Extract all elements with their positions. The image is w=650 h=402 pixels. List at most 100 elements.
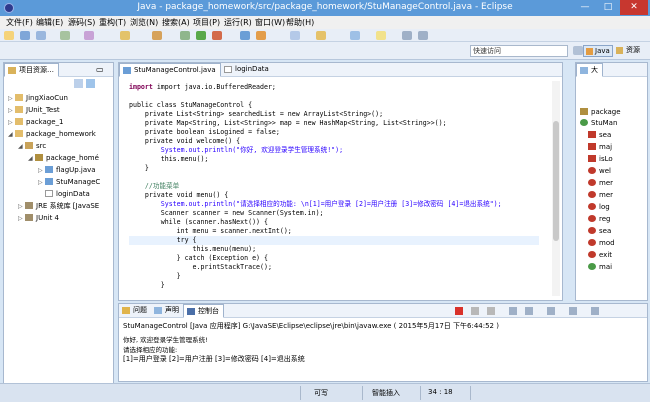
- new-class-icon[interactable]: [240, 31, 250, 40]
- package-icon[interactable]: [120, 31, 130, 40]
- field-icon: [588, 143, 596, 150]
- tree-item-jre-library[interactable]: ▷ JRE 系统库 [JavaSE: [18, 201, 113, 212]
- outline-item[interactable]: mer: [588, 190, 613, 201]
- open-type-icon[interactable]: [290, 31, 300, 40]
- tree-item-junit-test[interactable]: ▷ JUnit_Test: [8, 105, 60, 116]
- tree-item-junit4[interactable]: ▷ JUnit 4: [18, 213, 59, 224]
- perspective-resource-button[interactable]: 资源: [614, 45, 648, 57]
- code-line-3: public class StuManageControl {: [129, 101, 253, 109]
- external-tools-icon[interactable]: [212, 31, 222, 40]
- scroll-thumb[interactable]: [553, 121, 559, 241]
- tab-problems[interactable]: 问题: [119, 304, 151, 318]
- task-icon[interactable]: [152, 31, 162, 40]
- folder-icon: [8, 67, 16, 74]
- tab-outline[interactable]: 大: [576, 63, 603, 77]
- toggle-icon[interactable]: [84, 31, 94, 40]
- tree-item-stumanagecontrol[interactable]: ▷ StuManageC: [38, 177, 113, 188]
- code-line-8: System.out.println("你好, 欢迎登录学生管理系统!");: [129, 146, 344, 154]
- outline-item[interactable]: isLo: [588, 154, 613, 165]
- menu-edit[interactable]: 编辑(E): [36, 17, 63, 28]
- outline-item[interactable]: sea: [588, 226, 611, 237]
- menu-navigate[interactable]: 浏览(N): [130, 17, 158, 28]
- outline-item[interactable]: wel: [588, 166, 611, 177]
- outline-item[interactable]: sea: [588, 130, 611, 141]
- back-icon[interactable]: [402, 31, 412, 40]
- tree-item-package-homework-pkg[interactable]: ◢ package_homé: [28, 153, 113, 164]
- open-perspective-icon[interactable]: [573, 46, 583, 55]
- scroll-lock-icon[interactable]: [525, 307, 533, 315]
- terminate-icon[interactable]: [455, 307, 463, 315]
- collapse-all-icon[interactable]: [74, 79, 83, 88]
- outline-item[interactable]: reg: [588, 214, 610, 225]
- code-line-23: }: [129, 281, 165, 289]
- tree-item-logindata[interactable]: loginData: [38, 189, 90, 200]
- tree-item-package-homework[interactable]: ◢ package_homework: [8, 129, 96, 140]
- forward-icon[interactable]: [418, 31, 428, 40]
- tab-stumanagecontrol[interactable]: StuManageControl.java: [119, 63, 221, 77]
- pin-console-icon[interactable]: [547, 307, 555, 315]
- close-button[interactable]: ✕: [620, 0, 648, 15]
- mark-occurrences-icon[interactable]: [350, 31, 360, 40]
- new-package-icon[interactable]: [256, 31, 266, 40]
- menu-window[interactable]: 窗口(W): [255, 17, 285, 28]
- menu-help[interactable]: 帮助(H): [286, 17, 314, 28]
- menu-project[interactable]: 项目(P): [193, 17, 220, 28]
- outline-item[interactable]: mai: [588, 262, 612, 273]
- remove-launch-icon[interactable]: [471, 307, 479, 315]
- code-area[interactable]: import import java.io.BufferedReader; pu…: [129, 79, 552, 298]
- editor-scrollbar[interactable]: [552, 81, 560, 296]
- maximize-button[interactable]: □: [597, 0, 619, 15]
- open-console-icon[interactable]: [591, 307, 599, 315]
- quick-access-input[interactable]: 快速访问: [470, 45, 568, 57]
- method-icon: [588, 239, 596, 246]
- code-line-20: } catch (Exception e) {: [129, 254, 268, 262]
- menu-file[interactable]: 文件(F): [6, 17, 33, 28]
- highlight-icon[interactable]: [376, 31, 386, 40]
- java-file-icon: [45, 166, 53, 173]
- tab-project-explorer[interactable]: 项目资源…: [4, 63, 59, 77]
- debug-icon[interactable]: [180, 31, 190, 40]
- console-tabbar: 问题 声明 控制台: [119, 304, 647, 318]
- tree-item-flagup[interactable]: ▷ flagUp.java: [38, 165, 96, 176]
- save-icon[interactable]: [20, 31, 30, 40]
- run-icon[interactable]: [196, 31, 206, 40]
- status-bar: 可写 智能插入 34 : 18: [0, 383, 650, 402]
- tree-item-jingxiaocun[interactable]: ▷ JingXiaoCun: [8, 93, 68, 104]
- display-console-icon[interactable]: [569, 307, 577, 315]
- tree-item-src[interactable]: ◢ src: [18, 141, 46, 152]
- menu-search[interactable]: 搜索(A): [162, 17, 190, 28]
- minimize-button[interactable]: —: [574, 0, 596, 15]
- code-line-5: private Map<String, List<String>> map = …: [129, 119, 447, 127]
- tab-console[interactable]: 控制台: [183, 304, 224, 318]
- tab-logindata[interactable]: loginData: [221, 63, 273, 77]
- save-all-icon[interactable]: [36, 31, 46, 40]
- tab-declaration[interactable]: 声明: [151, 304, 183, 318]
- outline-item[interactable]: package: [580, 107, 621, 118]
- perspective-bar: 快速访问 Java 资源: [0, 42, 650, 60]
- outline-item[interactable]: StuMan: [580, 118, 617, 129]
- console-view: 问题 声明 控制台 StuManageControl [Java 应用程序] G…: [118, 303, 648, 382]
- clear-console-icon[interactable]: [509, 307, 517, 315]
- window-title-bar: Java - package_homework/src/package_home…: [0, 0, 650, 16]
- console-output[interactable]: 你好, 欢迎登录学生管理系统! 请选择相应的功能: [1]=用户登录 [2]=用…: [123, 334, 305, 364]
- outline-item[interactable]: mod: [588, 238, 615, 249]
- outline-item[interactable]: log: [588, 202, 610, 213]
- tree-item-package-1[interactable]: ▷ package_1: [8, 117, 64, 128]
- outline-item[interactable]: maj: [588, 142, 612, 153]
- menu-run[interactable]: 运行(R): [224, 17, 252, 28]
- project-icon: [15, 118, 23, 125]
- remove-all-icon[interactable]: [487, 307, 495, 315]
- new-icon[interactable]: [4, 31, 14, 40]
- code-editor: StuManageControl.java loginData import i…: [118, 62, 563, 301]
- menu-refactor[interactable]: 重构(T): [99, 17, 126, 28]
- perspective-java-button[interactable]: Java: [583, 45, 613, 57]
- menu-source[interactable]: 源码(S): [68, 17, 95, 28]
- outline-item[interactable]: exit: [588, 250, 612, 261]
- minimize-view-icon[interactable]: ▭: [96, 65, 104, 74]
- link-editor-icon[interactable]: [86, 79, 95, 88]
- outline-item[interactable]: mer: [588, 178, 613, 189]
- search-icon[interactable]: [316, 31, 326, 40]
- print-icon[interactable]: [60, 31, 70, 40]
- console-line: 请选择相应的功能:: [123, 346, 178, 354]
- source-folder-icon: [25, 142, 33, 149]
